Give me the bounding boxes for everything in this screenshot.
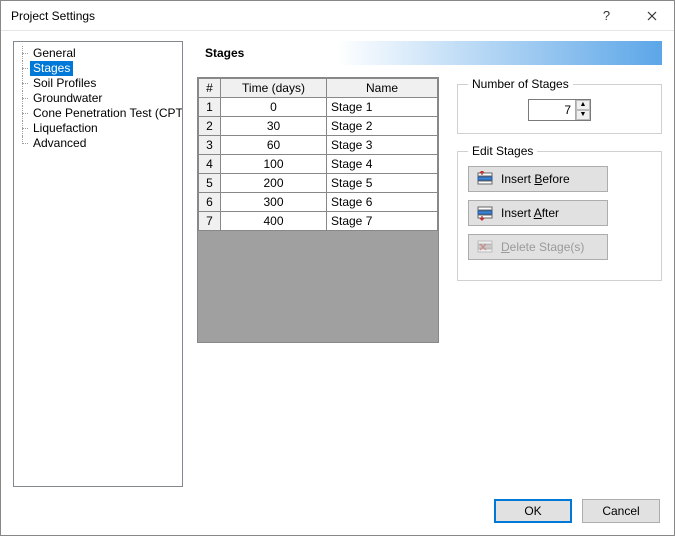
section-header: Stages — [197, 41, 662, 65]
row-index: 2 — [199, 117, 221, 136]
nav-item-liquefaction[interactable]: Liquefaction — [16, 121, 180, 136]
close-button[interactable] — [629, 1, 674, 31]
cell-time[interactable]: 400 — [221, 212, 327, 231]
stages-table[interactable]: # Time (days) Name 10Stage 1230Stage 236… — [197, 77, 439, 343]
insert-before-button[interactable]: Insert Before — [468, 166, 608, 192]
nav-item-label: Soil Profiles — [30, 76, 99, 91]
nav-item-soil-profiles[interactable]: Soil Profiles — [16, 76, 180, 91]
table-row[interactable]: 7400Stage 7 — [199, 212, 438, 231]
dialog-footer: OK Cancel — [1, 495, 674, 535]
cell-name[interactable]: Stage 6 — [327, 193, 438, 212]
number-of-stages-input[interactable] — [529, 100, 575, 120]
close-icon — [647, 11, 657, 21]
nav-item-advanced[interactable]: Advanced — [16, 136, 180, 151]
nav-item-label: General — [30, 46, 79, 61]
row-index: 6 — [199, 193, 221, 212]
delete-stages-label: Delete Stage(s) — [501, 240, 584, 254]
cell-name[interactable]: Stage 7 — [327, 212, 438, 231]
nav-item-label: Advanced — [30, 136, 89, 151]
nav-item-general[interactable]: General — [16, 46, 180, 61]
cell-time[interactable]: 200 — [221, 174, 327, 193]
insert-after-label: Insert After — [501, 206, 559, 220]
nav-item-label: Groundwater — [30, 91, 105, 106]
cell-name[interactable]: Stage 4 — [327, 155, 438, 174]
insert-before-label: Insert Before — [501, 172, 570, 186]
table-row[interactable]: 230Stage 2 — [199, 117, 438, 136]
table-row[interactable]: 6300Stage 6 — [199, 193, 438, 212]
row-index: 7 — [199, 212, 221, 231]
spinner-down-button[interactable]: ▼ — [576, 110, 590, 120]
table-row[interactable]: 360Stage 3 — [199, 136, 438, 155]
row-index: 3 — [199, 136, 221, 155]
row-index: 5 — [199, 174, 221, 193]
table-row[interactable]: 4100Stage 4 — [199, 155, 438, 174]
table-row[interactable]: 5200Stage 5 — [199, 174, 438, 193]
cell-name[interactable]: Stage 1 — [327, 98, 438, 117]
table-row[interactable]: 10Stage 1 — [199, 98, 438, 117]
cell-time[interactable]: 300 — [221, 193, 327, 212]
cell-time[interactable]: 30 — [221, 117, 327, 136]
col-name[interactable]: Name — [327, 79, 438, 98]
edit-stages-group: Edit Stages Insert Before — [457, 144, 662, 281]
cell-time[interactable]: 100 — [221, 155, 327, 174]
number-of-stages-spinner[interactable]: ▲ ▼ — [528, 99, 591, 121]
cell-name[interactable]: Stage 5 — [327, 174, 438, 193]
project-settings-dialog: Project Settings ? GeneralStagesSoil Pro… — [0, 0, 675, 536]
cell-name[interactable]: Stage 3 — [327, 136, 438, 155]
nav-item-label: Stages — [30, 61, 73, 76]
help-button[interactable]: ? — [584, 1, 629, 31]
row-index: 1 — [199, 98, 221, 117]
insert-after-icon — [477, 205, 493, 221]
nav-item-stages[interactable]: Stages — [16, 61, 180, 76]
cell-time[interactable]: 60 — [221, 136, 327, 155]
nav-item-groundwater[interactable]: Groundwater — [16, 91, 180, 106]
row-index: 4 — [199, 155, 221, 174]
delete-stages-icon — [477, 239, 493, 255]
cancel-button[interactable]: Cancel — [582, 499, 660, 523]
cell-time[interactable]: 0 — [221, 98, 327, 117]
cell-name[interactable]: Stage 2 — [327, 117, 438, 136]
col-index[interactable]: # — [199, 79, 221, 98]
titlebar: Project Settings ? — [1, 1, 674, 31]
nav-item-label: Liquefaction — [30, 121, 101, 136]
nav-item-cone-penetration-test-cpt-[interactable]: Cone Penetration Test (CPT) — [16, 106, 180, 121]
number-of-stages-label: Number of Stages — [468, 77, 573, 91]
number-of-stages-group: Number of Stages ▲ ▼ — [457, 77, 662, 134]
edit-stages-label: Edit Stages — [468, 144, 537, 158]
window-title: Project Settings — [11, 9, 584, 23]
insert-after-button[interactable]: Insert After — [468, 200, 608, 226]
nav-item-label: Cone Penetration Test (CPT) — [30, 106, 183, 121]
category-tree[interactable]: GeneralStagesSoil ProfilesGroundwaterCon… — [13, 41, 183, 487]
delete-stages-button[interactable]: Delete Stage(s) — [468, 234, 608, 260]
col-time[interactable]: Time (days) — [221, 79, 327, 98]
ok-button[interactable]: OK — [494, 499, 572, 523]
insert-before-icon — [477, 171, 493, 187]
spinner-up-button[interactable]: ▲ — [576, 100, 590, 110]
